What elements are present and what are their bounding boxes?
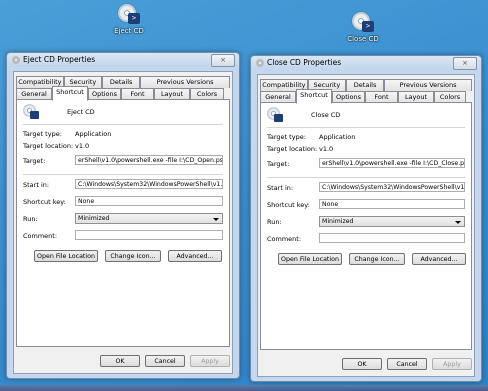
run-dropdown[interactable]: Minimized — [75, 213, 223, 224]
close-button[interactable]: × — [211, 54, 235, 67]
target-location-label: Target location: — [267, 145, 318, 153]
ok-button[interactable]: OK — [342, 358, 382, 370]
target-location-value: v1.0 — [319, 145, 334, 153]
cd-icon — [12, 56, 20, 64]
target-type-value: Application — [319, 133, 356, 141]
chevron-down-icon — [213, 218, 219, 221]
dialog-client: Compatibility Security Details Previous … — [13, 71, 233, 374]
desktop-icon-label: Eject CD — [114, 27, 144, 35]
desktop-icon-label: Close CD — [347, 35, 379, 43]
comment-input[interactable] — [75, 230, 223, 240]
window-title: Close CD Properties — [267, 58, 342, 67]
close-cd-properties-window: Close CD Properties × Compatibility Secu… — [250, 55, 482, 382]
tab-strip: Compatibility Security Details Previous … — [14, 72, 232, 101]
target-location-value: v1.0 — [75, 142, 90, 150]
start-in-input[interactable]: C:\Windows\System32\WindowsPowerShell\v1… — [75, 179, 223, 189]
open-file-location-button[interactable]: Open File Location — [278, 253, 342, 265]
cd-script-icon: > — [118, 3, 140, 25]
target-type-label: Target type: — [23, 130, 62, 138]
shortcut-key-label: Shortcut key: — [23, 198, 66, 206]
cancel-button[interactable]: Cancel — [387, 358, 427, 370]
target-type-value: Application — [75, 130, 112, 138]
target-label: Target: — [267, 160, 290, 168]
run-dropdown[interactable]: Minimized — [319, 216, 465, 227]
start-in-input[interactable]: C:\Windows\System32\WindowsPowerShell\v1… — [319, 182, 465, 192]
close-button[interactable]: × — [453, 57, 477, 70]
target-input[interactable]: erShell\v1.0\powershell.exe -file I:\CD_… — [319, 158, 465, 168]
run-label: Run: — [267, 218, 282, 226]
start-in-label: Start in: — [267, 184, 294, 192]
taskbar — [0, 385, 488, 391]
comment-label: Comment: — [23, 232, 58, 240]
shortcut-key-input[interactable]: None — [319, 199, 465, 209]
apply-button[interactable]: Apply — [190, 355, 230, 367]
comment-label: Comment: — [267, 235, 302, 243]
comment-input[interactable] — [319, 233, 465, 243]
title-bar[interactable]: Eject CD Properties × — [7, 53, 239, 67]
cd-script-icon — [267, 107, 283, 123]
cd-icon — [256, 59, 264, 67]
shortcut-panel: Eject CD Target type: Application Target… — [16, 99, 230, 347]
run-selected-value: Minimized — [78, 215, 110, 222]
advanced-button[interactable]: Advanced... — [412, 253, 466, 265]
cancel-button[interactable]: Cancel — [145, 355, 185, 367]
title-bar[interactable]: Close CD Properties × — [251, 56, 481, 70]
advanced-button[interactable]: Advanced... — [168, 250, 222, 262]
cd-script-icon: > — [352, 11, 374, 33]
change-icon-button[interactable]: Change Icon... — [349, 253, 405, 265]
run-label: Run: — [23, 215, 38, 223]
start-in-label: Start in: — [23, 181, 50, 189]
tab-details[interactable]: Details — [102, 76, 141, 88]
change-icon-button[interactable]: Change Icon... — [105, 250, 161, 262]
tab-shortcut[interactable]: Shortcut — [296, 89, 332, 104]
eject-cd-properties-window: Eject CD Properties × Compatibility Secu… — [6, 52, 240, 379]
window-title: Eject CD Properties — [23, 55, 96, 64]
tab-details[interactable]: Details — [345, 79, 385, 91]
chevron-down-icon — [455, 221, 461, 224]
tab-shortcut[interactable]: Shortcut — [52, 86, 88, 101]
tab-previous-versions[interactable]: Previous Versions — [384, 79, 472, 91]
desktop-icon-close-cd[interactable]: > Close CD — [340, 11, 386, 43]
shortcut-name: Close CD — [311, 111, 341, 119]
cd-script-icon — [23, 104, 39, 120]
shortcut-panel: Close CD Target type: Application Target… — [260, 102, 472, 350]
tab-strip: Compatibility Security Details Previous … — [258, 75, 474, 104]
tab-previous-versions[interactable]: Previous Versions — [140, 76, 230, 88]
shortcut-name: Eject CD — [67, 108, 95, 116]
open-file-location-button[interactable]: Open File Location — [34, 250, 98, 262]
apply-button[interactable]: Apply — [432, 358, 472, 370]
run-selected-value: Minimized — [322, 218, 354, 225]
shortcut-key-input[interactable]: None — [75, 196, 223, 206]
target-type-label: Target type: — [267, 133, 306, 141]
dialog-client: Compatibility Security Details Previous … — [257, 74, 475, 377]
target-location-label: Target location: — [23, 142, 74, 150]
desktop-icon-eject-cd[interactable]: > Eject CD — [106, 3, 152, 35]
target-input[interactable]: erShell\v1.0\powershell.exe -file I:\CD_… — [75, 155, 223, 165]
target-label: Target: — [23, 157, 46, 165]
shortcut-key-label: Shortcut key: — [267, 201, 310, 209]
ok-button[interactable]: OK — [100, 355, 140, 367]
